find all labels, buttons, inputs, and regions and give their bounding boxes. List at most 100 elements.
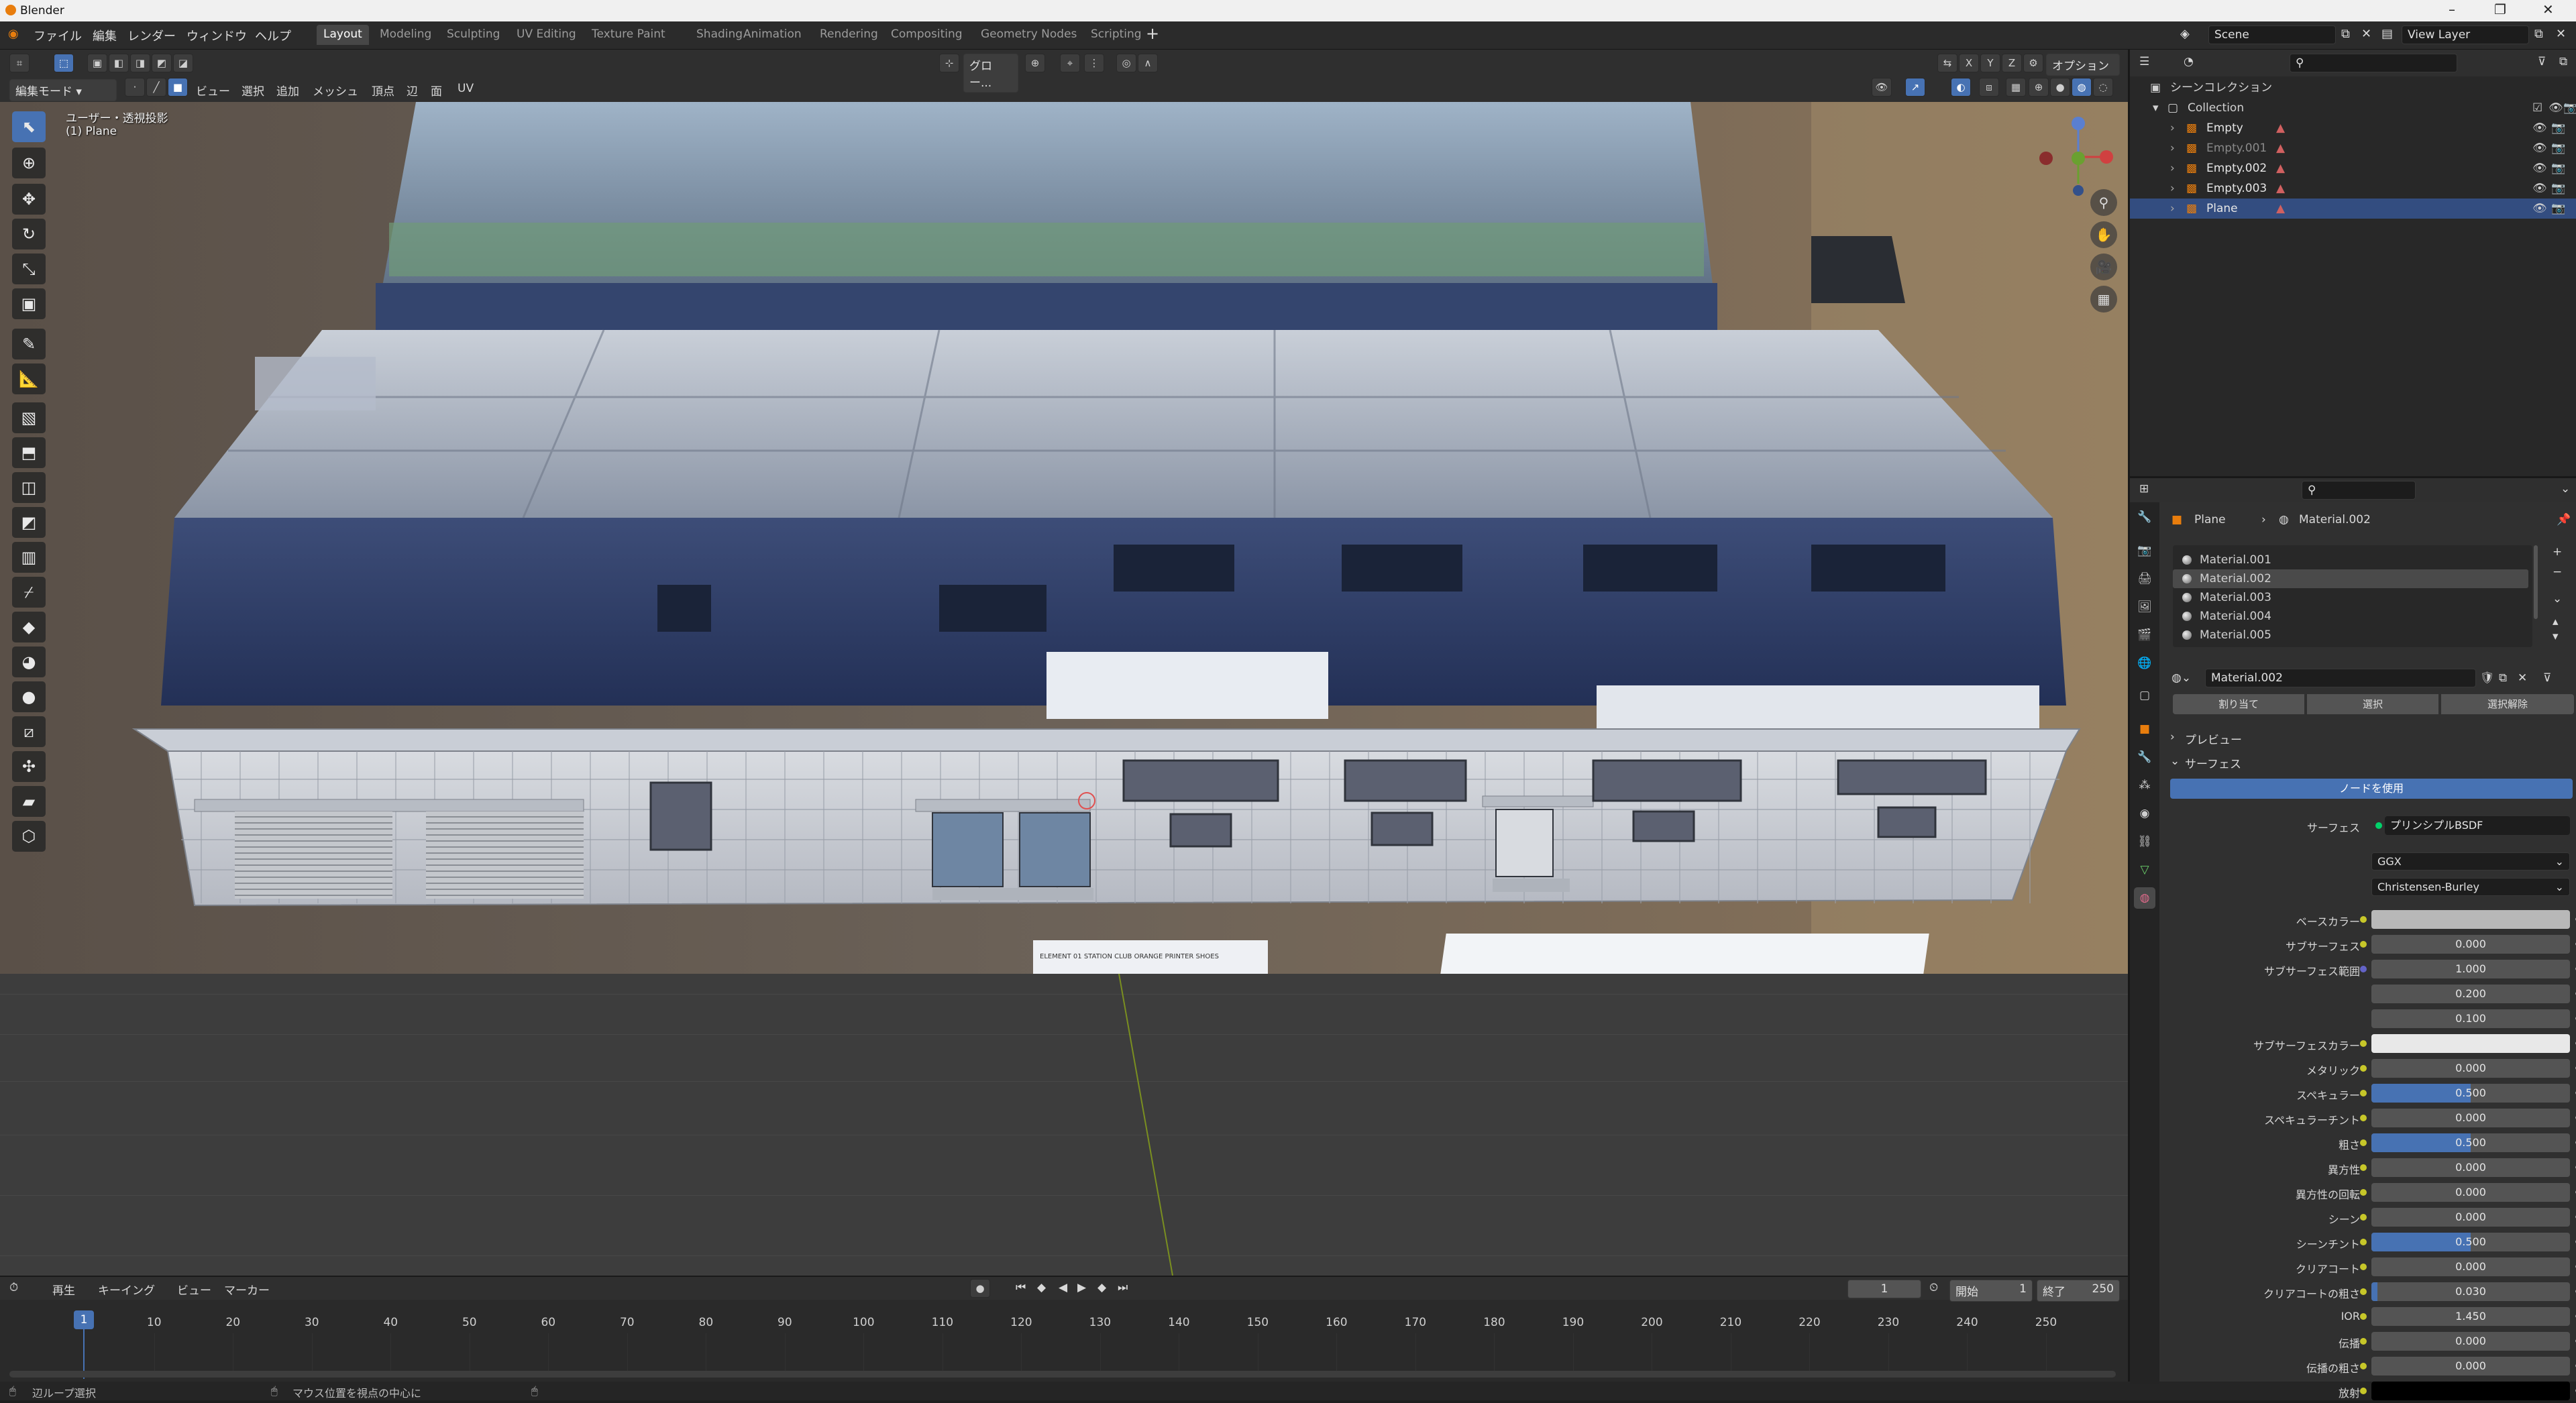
bevel-tool-icon[interactable]: ◩ — [12, 507, 46, 538]
add-cube-tool-icon[interactable]: ▧ — [12, 402, 46, 433]
property-value-field[interactable]: 0.500 — [2371, 1133, 2570, 1152]
transform-orientation[interactable]: グロー... — [963, 54, 1018, 93]
select-tool-icon[interactable]: ⬉ — [12, 111, 46, 142]
mode-selector[interactable]: 編集モード ▾ — [9, 79, 117, 101]
edge-slide-tool-icon[interactable]: ⧄ — [12, 716, 46, 747]
scale-tool-icon[interactable]: ⤡ — [12, 254, 46, 284]
workspace-tab-scripting[interactable]: Scripting — [1084, 25, 1148, 45]
property-value-field[interactable]: 0.100 — [2371, 1009, 2570, 1028]
visibility-eye-icon[interactable]: 👁 — [2532, 158, 2547, 178]
data-tab-icon[interactable]: ▽ — [2134, 859, 2155, 881]
scene-selector[interactable]: Scene — [2208, 25, 2336, 44]
menu-keying[interactable]: キーイング — [98, 1281, 155, 1298]
vertex-select-icon[interactable]: · — [125, 78, 145, 97]
outliner-collection[interactable]: ▾ ▢ Collection ☑ 👁 📷 — [2130, 98, 2576, 118]
smooth-tool-icon[interactable]: ● — [12, 681, 46, 712]
expand-icon[interactable]: › — [2170, 158, 2175, 178]
visibility-icon[interactable]: 👁 — [1872, 78, 1892, 97]
object-tab-icon[interactable]: ■ — [2134, 718, 2155, 740]
expand-icon[interactable]: › — [2170, 178, 2175, 199]
input-socket-icon[interactable] — [2360, 966, 2367, 972]
timeline-editor[interactable]: ⏱ 再生 キーイング ビュー マーカー ● ⏮ ◆ ◀ ▶ ◆ ⏭ 1 ⏲ 開始… — [0, 1276, 2128, 1387]
slot-list-scrollbar[interactable] — [2534, 545, 2538, 619]
select-mode-subtract-icon[interactable]: ◨ — [130, 54, 150, 72]
view-layer-selector[interactable]: View Layer — [2402, 25, 2529, 44]
remove-slot-icon[interactable]: − — [2553, 565, 2562, 579]
filter-icon[interactable]: ⊽ — [2538, 55, 2546, 68]
collapse-icon[interactable]: ▾ — [2153, 98, 2159, 118]
duplicate-material-icon[interactable]: ⧉ — [2499, 671, 2507, 685]
distribution-dropdown[interactable]: GGX ⌄ — [2371, 852, 2570, 871]
workspace-tab-layout[interactable]: Layout — [317, 25, 369, 45]
color-swatch[interactable] — [2371, 1382, 2570, 1400]
select-button[interactable]: 選択 — [2307, 694, 2438, 714]
property-value-field[interactable]: 1.450 — [2371, 1307, 2570, 1326]
play-icon[interactable]: ▶ — [1077, 1281, 1086, 1294]
xray-icon[interactable]: ⧈ — [1979, 78, 1999, 97]
expand-icon[interactable]: › — [2170, 118, 2175, 138]
camera-view-icon[interactable]: 🎥 — [2090, 254, 2117, 280]
material-name-field[interactable]: Material.002 — [2205, 669, 2476, 687]
play-reverse-icon[interactable]: ◀ — [1059, 1281, 1067, 1294]
input-socket-icon[interactable] — [2360, 1239, 2367, 1245]
property-value-field[interactable]: 0.000 — [2371, 1059, 2570, 1078]
property-value-field[interactable]: 0.000 — [2371, 1109, 2570, 1127]
property-value-field[interactable]: 0.030 — [2371, 1282, 2570, 1301]
render-camera-icon[interactable]: 📷 — [2551, 158, 2565, 178]
axis-x-toggle[interactable]: X — [1959, 54, 1979, 72]
property-value-field[interactable]: 0.500 — [2371, 1233, 2570, 1251]
perspective-toggle-icon[interactable]: ▦ — [2090, 286, 2117, 313]
options-dropdown[interactable]: オプション — [2046, 54, 2120, 76]
material-tab-icon[interactable]: ◍ — [2134, 887, 2155, 909]
menu-timeline-view[interactable]: ビュー — [177, 1281, 211, 1298]
property-value-field[interactable]: 0.000 — [2371, 1332, 2570, 1351]
new-collection-icon[interactable]: ⧉ — [2559, 55, 2567, 68]
view-layer-icon[interactable]: ▤ — [2381, 27, 2393, 41]
assign-button[interactable]: 割り当て — [2173, 694, 2304, 714]
select-mode-intersect-icon[interactable]: ◩ — [152, 54, 172, 72]
select-box-icon[interactable]: ⬚ — [54, 54, 74, 72]
render-camera-icon[interactable]: 📷 — [2551, 118, 2565, 138]
outliner-item[interactable]: › ▩ Empty.002 ▲ 👁 📷 — [2130, 158, 2576, 178]
visibility-eye-icon[interactable]: 👁 — [2532, 138, 2547, 158]
inset-tool-icon[interactable]: ◫ — [12, 472, 46, 503]
constraints-tab-icon[interactable]: ⛓ — [2134, 831, 2155, 852]
workspace-tab-sculpting[interactable]: Sculpting — [440, 25, 506, 45]
property-value-field[interactable]: 0.000 — [2371, 1357, 2570, 1376]
expand-icon[interactable]: › — [2170, 199, 2175, 219]
render-camera-icon[interactable]: 📷 — [2551, 199, 2565, 219]
preview-panel-chevron-icon[interactable]: › — [2170, 730, 2175, 744]
render-camera-icon[interactable]: 📷 — [2551, 178, 2565, 199]
render-tab-icon[interactable]: 📷 — [2134, 540, 2155, 561]
input-socket-icon[interactable] — [2360, 1388, 2367, 1394]
material-slot-item[interactable]: Material.004 — [2173, 607, 2528, 626]
surface-panel-chevron-icon[interactable]: ⌄ — [2170, 754, 2180, 768]
face-select-icon[interactable]: ■ — [168, 78, 188, 97]
poly-build-tool-icon[interactable]: ◆ — [12, 612, 46, 642]
select-mode-new-icon[interactable]: ▣ — [87, 54, 107, 72]
material-slot-item[interactable]: Material.003 — [2173, 588, 2528, 607]
property-value-field[interactable]: 0.000 — [2371, 1158, 2570, 1177]
measure-tool-icon[interactable]: 📐 — [12, 363, 46, 394]
exclude-checkbox[interactable]: ☑ — [2532, 98, 2542, 118]
menu-mesh[interactable]: メッシュ — [313, 82, 358, 99]
input-socket-icon[interactable] — [2360, 1065, 2367, 1072]
visibility-eye-icon[interactable]: 👁 — [2532, 178, 2547, 199]
input-socket-icon[interactable] — [2360, 1288, 2367, 1295]
outliner-item[interactable]: › ▩ Empty ▲ 👁 📷 — [2130, 118, 2576, 138]
pin-icon[interactable]: 📌 — [2557, 513, 2571, 526]
property-value-field[interactable]: 1.000 — [2371, 960, 2570, 978]
collection-tab-icon[interactable]: ▢ — [2134, 685, 2155, 706]
new-scene-icon[interactable]: ⧉ — [2341, 27, 2350, 41]
spin-tool-icon[interactable]: ◕ — [12, 647, 46, 677]
input-socket-icon[interactable] — [2360, 1338, 2367, 1345]
timeline-scrollbar[interactable] — [9, 1371, 2116, 1378]
maximize-icon[interactable]: ❐ — [2494, 1, 2506, 17]
shrink-fatten-tool-icon[interactable]: ✣ — [12, 751, 46, 782]
modifier-tab-icon[interactable]: 🔧 — [2134, 746, 2155, 768]
display-mode-icon[interactable]: ◔ — [2184, 55, 2194, 68]
prev-keyframe-icon[interactable]: ◆ — [1037, 1281, 1046, 1294]
3d-viewport[interactable]: ELEMENT 01 STATION CLUB ORANGE PRINTER S… — [0, 102, 2128, 1276]
unlink-material-icon[interactable]: ✕ — [2518, 671, 2527, 685]
material-shading-icon[interactable]: ◍ — [2072, 78, 2092, 97]
